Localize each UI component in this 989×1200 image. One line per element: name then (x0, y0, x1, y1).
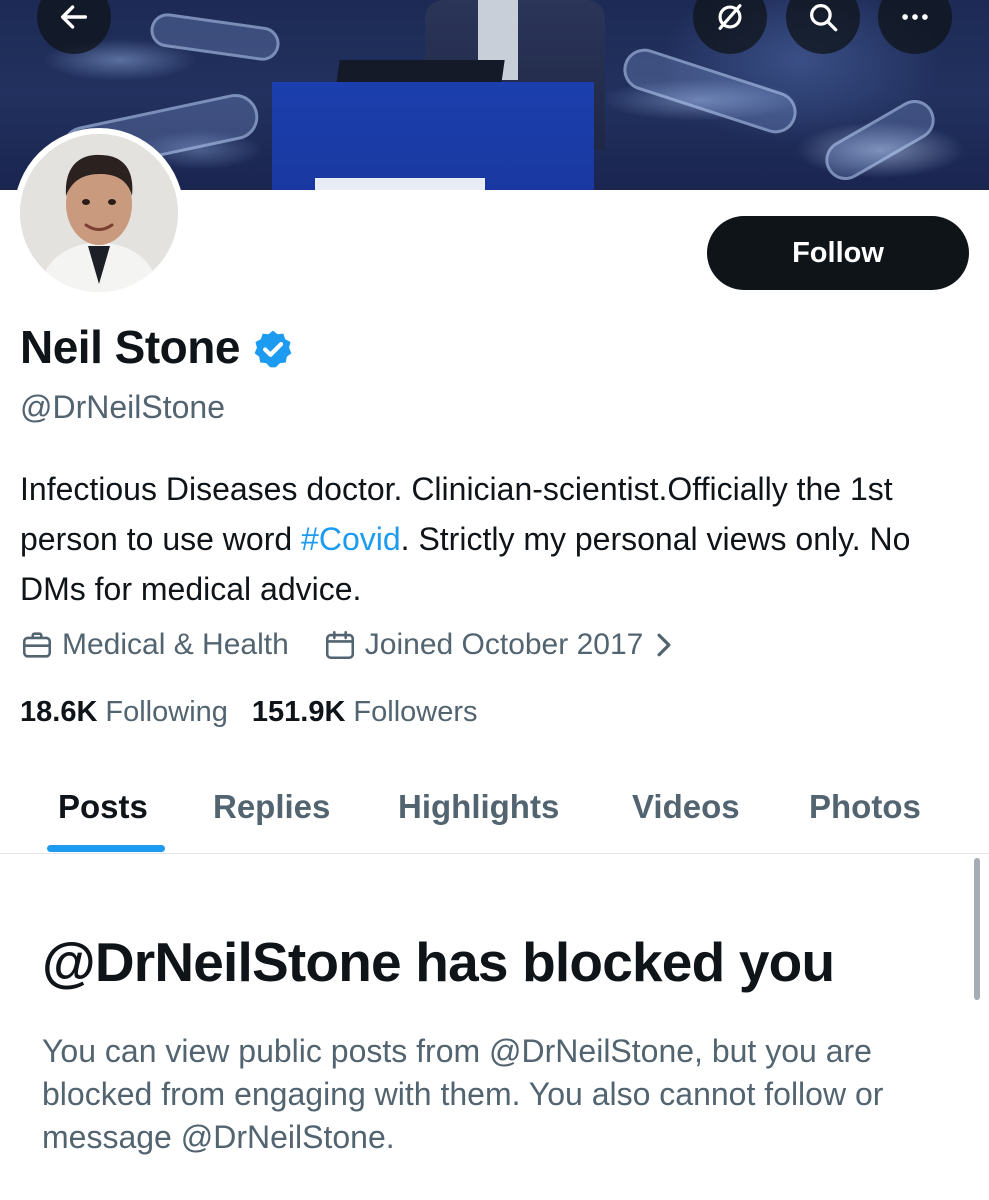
avatar-portrait (20, 134, 178, 292)
following-link[interactable]: 18.6K Following (20, 696, 228, 729)
blocked-message: You can view public posts from @DrNeilSt… (42, 1033, 884, 1155)
scrollbar[interactable] (974, 858, 980, 1000)
banner-podium (272, 82, 594, 190)
profile-handle: @DrNeilStone (20, 389, 225, 425)
tab-highlights[interactable]: Highlights (398, 760, 559, 854)
chevron-right-icon (657, 633, 671, 657)
more-icon (902, 14, 928, 20)
bio-hashtag-link[interactable]: #Covid (301, 521, 401, 557)
profile-bio: Infectious Diseases doctor. Clinician-sc… (20, 464, 960, 614)
following-label: Following (105, 696, 228, 728)
followers-label: Followers (353, 696, 478, 728)
active-tab-indicator (47, 845, 165, 852)
grok-icon (718, 4, 742, 30)
display-name: Neil Stone (20, 321, 240, 373)
banner-decoration (148, 11, 282, 63)
tab-replies[interactable]: Replies (213, 760, 330, 854)
search-icon (810, 4, 838, 32)
joined-label: Joined October 2017 (364, 628, 644, 661)
follow-counts: 18.6K Following 151.9K Followers (20, 696, 502, 729)
tab-photos[interactable]: Photos (809, 760, 921, 854)
calendar-icon (325, 630, 354, 660)
banner-laptop (336, 60, 505, 84)
banner-decoration (818, 92, 942, 188)
followers-count: 151.9K (251, 696, 346, 728)
profile-tabs: Posts Replies Highlights Videos Photos (0, 760, 989, 854)
profile-joined[interactable]: Joined October 2017 (323, 628, 684, 662)
category-label: Medical & Health (62, 628, 289, 661)
followers-link[interactable]: 151.9K Followers (252, 696, 478, 729)
blocked-title: @DrNeilStone has blocked you (42, 931, 835, 993)
banner-light (315, 178, 485, 190)
profile-meta: Medical & Health Joined October 2017 (20, 628, 717, 662)
following-count: 18.6K (20, 696, 98, 728)
arrow-left-icon (60, 5, 88, 29)
avatar[interactable] (14, 128, 184, 298)
follow-button[interactable]: Follow (707, 216, 969, 290)
banner-decoration (617, 43, 803, 139)
avatar-image (20, 134, 178, 292)
tab-posts[interactable]: Posts (58, 760, 148, 854)
verified-badge-icon[interactable] (252, 328, 294, 370)
profile-name-row: Neil Stone (20, 320, 294, 374)
tab-videos[interactable]: Videos (632, 760, 740, 854)
profile-category: Medical & Health (20, 628, 289, 662)
briefcase-icon (22, 632, 52, 658)
